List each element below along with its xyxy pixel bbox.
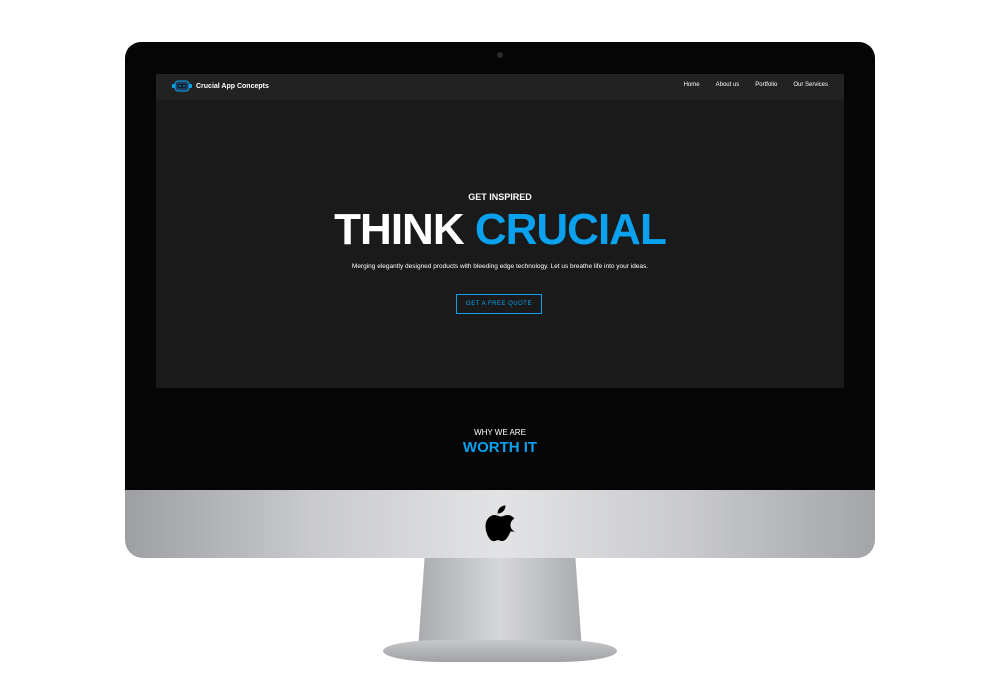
nav-home-link[interactable]: Home	[684, 82, 700, 88]
worth-it-section: WHY WE ARE WORTH IT	[156, 388, 844, 462]
section-kicker: WHY WE ARE	[474, 428, 526, 437]
hero-headline: THINK CRUCIAL	[156, 205, 844, 254]
robot-logo-icon	[172, 79, 192, 93]
hero-section: GET INSPIRED THINK CRUCIAL Merging elega…	[156, 100, 844, 388]
nav-portfolio-link[interactable]: Portfolio	[755, 82, 777, 88]
headline-white-word: THINK	[334, 205, 464, 254]
monitor-base	[383, 640, 617, 662]
free-quote-button[interactable]: GET A FREE QUOTE	[456, 294, 542, 314]
brand-name: Crucial App Concepts	[196, 82, 269, 90]
brand-logo[interactable]: Crucial App Concepts	[172, 79, 269, 93]
nav-menu: Home About us Portfolio Our Services	[684, 82, 828, 88]
website-screen: Crucial App Concepts Home About us Portf…	[156, 74, 844, 462]
apple-logo-icon	[484, 504, 516, 542]
nav-about-link[interactable]: About us	[716, 82, 740, 88]
navbar: Crucial App Concepts Home About us Portf…	[156, 74, 844, 100]
imac-mockup: Crucial App Concepts Home About us Portf…	[0, 0, 1000, 700]
webcam	[497, 52, 503, 58]
hero-tagline: Merging elegantly designed products with…	[351, 263, 649, 270]
headline-blue-word: CRUCIAL	[474, 205, 667, 254]
section-title: WORTH IT	[462, 439, 538, 456]
hero-eyebrow: GET INSPIRED	[468, 192, 532, 202]
monitor-stand	[418, 558, 582, 650]
nav-services-link[interactable]: Our Services	[793, 82, 828, 88]
